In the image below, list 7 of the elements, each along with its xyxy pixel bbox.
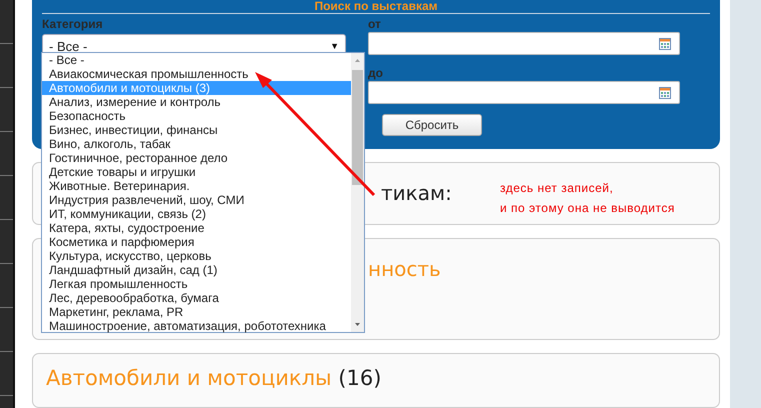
card-heading: тикам: <box>381 181 452 205</box>
field-label: от <box>368 18 382 32</box>
panel-title: Поиск по выставкам <box>42 0 710 14</box>
caret-icon: ▼ <box>330 41 339 51</box>
field-label: до <box>368 67 384 81</box>
annotation-note: здесь нет записей, и по этому она не выводится <box>500 180 675 217</box>
field-label: Категория <box>42 18 104 32</box>
